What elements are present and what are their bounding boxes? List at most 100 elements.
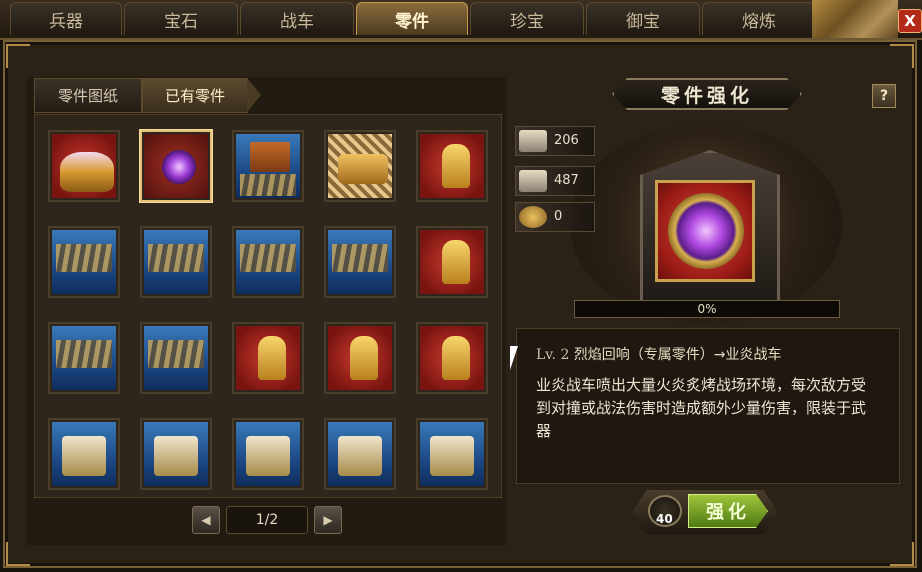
part-slot[interactable] (324, 226, 396, 298)
blueprint-icon (519, 170, 547, 192)
subtab-owned-parts[interactable]: 已有零件 (142, 78, 261, 113)
part-slot[interactable] (416, 130, 488, 202)
troops-blue-bg-icon (144, 230, 208, 294)
part-art-detail (246, 436, 290, 476)
part-art-detail (148, 340, 204, 368)
part-art-detail (154, 436, 198, 476)
enhance-button[interactable]: 强化 (688, 494, 768, 528)
help-button[interactable]: ? (872, 84, 896, 108)
triangle-left-icon: ◀ (201, 513, 211, 527)
next-page-button[interactable]: ▶ (314, 506, 342, 534)
war-cart-blue-bg-icon (328, 422, 392, 486)
golden-general-red-bg-icon (420, 230, 484, 294)
scroll-icon (519, 130, 547, 152)
part-slot[interactable] (48, 226, 120, 298)
golden-beast-red-bg-icon (52, 134, 116, 198)
tab-parts[interactable]: 零件 (356, 2, 468, 35)
part-art-detail (60, 152, 114, 192)
part-art-detail (332, 244, 388, 272)
part-slot[interactable] (324, 418, 396, 490)
part-art-detail (56, 340, 112, 368)
golden-general-red-bg-icon (420, 134, 484, 198)
frame-corner-ornament (6, 44, 30, 68)
part-art-detail (62, 436, 106, 476)
purple-vortex-orb-icon (144, 134, 208, 198)
enhance-progress-bar: 0% (574, 300, 840, 318)
golden-general-red-bg-icon (236, 326, 300, 390)
part-slot[interactable] (232, 322, 304, 394)
part-slot[interactable] (416, 322, 488, 394)
part-art-detail (56, 244, 112, 272)
part-slot[interactable] (140, 322, 212, 394)
part-art-detail (148, 244, 204, 272)
troops-blue-bg-icon (236, 230, 300, 294)
resource-row: 487 (515, 166, 595, 196)
part-slot[interactable] (232, 418, 304, 490)
part-art-detail (338, 154, 388, 184)
part-slot[interactable] (48, 130, 120, 202)
part-slot[interactable] (324, 322, 396, 394)
frame-corner-ornament (890, 44, 914, 68)
part-slot[interactable] (416, 418, 488, 490)
part-level: Lv. 2 (536, 347, 570, 363)
part-art-detail (442, 336, 470, 380)
tab-gems[interactable]: 宝石 (124, 2, 238, 35)
part-slot[interactable] (140, 226, 212, 298)
war-banner-blue-bg-icon (236, 134, 300, 198)
panel-title: 零件强化 (612, 78, 802, 110)
part-art-detail (350, 336, 378, 380)
frame-corner-ornament (6, 542, 30, 566)
frame-corner-ornament (890, 542, 914, 566)
part-slot[interactable] (324, 130, 396, 202)
war-cart-blue-bg-icon (236, 422, 300, 486)
part-art-detail (430, 436, 474, 476)
part-slot[interactable] (416, 226, 488, 298)
part-art-detail (258, 336, 286, 380)
part-slot[interactable] (48, 322, 120, 394)
part-slot[interactable] (140, 418, 212, 490)
top-tab-bar: 兵器 宝石 战车 零件 珍宝 御宝 熔炼 X (0, 0, 922, 40)
triangle-right-icon: ▶ (323, 513, 333, 527)
tab-chariots[interactable]: 战车 (240, 2, 354, 35)
war-cart-blue-bg-icon (420, 422, 484, 486)
tab-weapons[interactable]: 兵器 (10, 2, 122, 35)
tab-royal-treasures[interactable]: 御宝 (586, 2, 700, 35)
enhance-cost: 40 (656, 512, 673, 526)
part-art-detail (442, 240, 470, 284)
part-art-detail (250, 142, 290, 172)
part-description: 业炎战车喷出大量火炎炙烤战场环境，每次敌方受到对撞或战法伤害时造成额外少量伤害，… (536, 376, 867, 440)
part-slot[interactable] (232, 226, 304, 298)
corner-decoration (812, 0, 898, 38)
part-slot[interactable] (232, 130, 304, 202)
close-button[interactable]: X (898, 9, 922, 33)
golden-general-red-bg-icon (420, 326, 484, 390)
resource-value: 206 (554, 133, 579, 148)
progress-label: 0% (697, 302, 717, 316)
resource-value: 487 (554, 173, 579, 188)
prev-page-button[interactable]: ◀ (192, 506, 220, 534)
page-indicator: 1/2 (226, 506, 308, 534)
tab-treasures[interactable]: 珍宝 (470, 2, 584, 35)
tab-smelting[interactable]: 熔炼 (702, 2, 816, 35)
troops-blue-bg-icon (52, 326, 116, 390)
golden-net-icon (328, 134, 392, 198)
part-slot[interactable] (140, 130, 212, 202)
subtab-part-blueprints[interactable]: 零件图纸 (34, 78, 142, 113)
part-art-detail (338, 436, 382, 476)
golden-general-red-bg-icon (328, 326, 392, 390)
part-art-detail (240, 244, 296, 272)
troops-blue-bg-icon (52, 230, 116, 294)
part-art-detail (162, 150, 196, 184)
resource-row: 206 (515, 126, 595, 156)
purple-vortex-orb-icon (668, 193, 744, 269)
part-slot[interactable] (48, 418, 120, 490)
troops-blue-bg-icon (144, 326, 208, 390)
part-name: 烈焰回响（专属零件）→业炎战车 (573, 347, 782, 363)
resource-row: 0 (515, 202, 595, 232)
war-cart-blue-bg-icon (144, 422, 208, 486)
part-art-detail (240, 174, 296, 196)
part-title: Lv. 2 烈焰回响（专属零件）→业炎战车 (536, 344, 782, 364)
part-art-detail (442, 144, 470, 188)
coin-pile-icon (519, 206, 547, 228)
war-cart-blue-bg-icon (52, 422, 116, 486)
